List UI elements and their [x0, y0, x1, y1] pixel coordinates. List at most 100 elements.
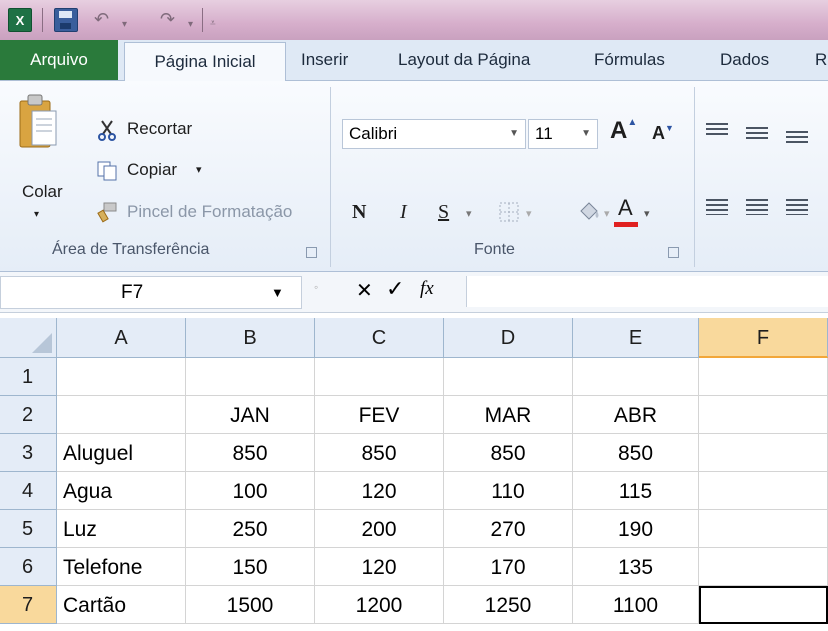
cell-d5[interactable]: 270 [444, 510, 573, 548]
underline-button[interactable]: S [438, 201, 449, 224]
cell-c4[interactable]: 120 [315, 472, 444, 510]
fill-color-dropdown-icon[interactable]: ▾ [604, 207, 610, 220]
chevron-down-icon[interactable]: ▼ [271, 277, 284, 308]
font-color-icon[interactable]: A [618, 195, 633, 221]
cell-b6[interactable]: 150 [186, 548, 315, 586]
cell-b7[interactable]: 1500 [186, 586, 315, 624]
align-right-icon[interactable] [786, 199, 808, 215]
tab-formulas[interactable]: Fórmulas [594, 40, 665, 80]
cell-e1[interactable] [573, 358, 699, 396]
cancel-icon[interactable]: ✕ [356, 278, 373, 303]
copy-icon[interactable] [96, 160, 118, 182]
align-left-icon[interactable] [706, 199, 728, 215]
column-header-e[interactable]: E [573, 318, 699, 358]
row-header[interactable]: 2 [0, 396, 57, 434]
redo-dropdown-icon[interactable]: ▾ [188, 14, 193, 36]
align-top-icon[interactable] [706, 123, 728, 135]
cell-d2[interactable]: MAR [444, 396, 573, 434]
cell-d4[interactable]: 110 [444, 472, 573, 510]
name-box[interactable]: F7 ▼ [0, 276, 302, 309]
save-icon[interactable] [54, 8, 78, 32]
row-header[interactable]: 6 [0, 548, 57, 586]
excel-icon[interactable]: X [8, 8, 32, 32]
cell-c5[interactable]: 200 [315, 510, 444, 548]
cell-c7[interactable]: 1200 [315, 586, 444, 624]
cell-a1[interactable] [57, 358, 186, 396]
cell-e6[interactable]: 135 [573, 548, 699, 586]
row-header[interactable]: 4 [0, 472, 57, 510]
cell-b4[interactable]: 100 [186, 472, 315, 510]
format-painter-button[interactable]: Pincel de Formatação [127, 202, 292, 222]
row-header[interactable]: 1 [0, 358, 57, 396]
font-name-combo[interactable]: Calibri ▼ [342, 119, 526, 149]
cell-f5[interactable] [699, 510, 828, 548]
tab-dados[interactable]: Dados [720, 40, 769, 80]
cell-e7[interactable]: 1100 [573, 586, 699, 624]
column-header-b[interactable]: B [186, 318, 315, 358]
shrink-font-icon[interactable]: A▼ [652, 123, 674, 144]
cell-a7[interactable]: Cartão [57, 586, 186, 624]
cell-b2[interactable]: JAN [186, 396, 315, 434]
cell-c6[interactable]: 120 [315, 548, 444, 586]
fill-color-icon[interactable] [576, 199, 602, 225]
underline-dropdown-icon[interactable]: ▾ [466, 207, 472, 220]
copy-button[interactable]: Copiar [127, 160, 177, 180]
customize-icon[interactable]: ⩡ [210, 13, 216, 35]
paste-label[interactable]: Colar [22, 182, 63, 202]
chevron-down-icon[interactable]: ▼ [581, 120, 591, 148]
cell-f1[interactable] [699, 358, 828, 396]
copy-dropdown-icon[interactable]: ▾ [196, 163, 202, 176]
cell-b1[interactable] [186, 358, 315, 396]
tab-pagina-inicial[interactable]: Página Inicial [124, 42, 286, 82]
cell-a6[interactable]: Telefone [57, 548, 186, 586]
align-middle-icon[interactable] [746, 127, 768, 139]
dialog-launcher-icon[interactable] [668, 247, 679, 258]
column-header-f[interactable]: F [699, 318, 828, 358]
tab-partial[interactable]: R [815, 40, 827, 80]
column-header-a[interactable]: A [57, 318, 186, 358]
redo-icon[interactable]: ↷ [160, 8, 175, 30]
borders-icon[interactable] [498, 201, 520, 223]
cell-e5[interactable]: 190 [573, 510, 699, 548]
chevron-down-icon[interactable]: ▼ [509, 120, 519, 148]
cell-a3[interactable]: Aluguel [57, 434, 186, 472]
cell-f6[interactable] [699, 548, 828, 586]
cell-f3[interactable] [699, 434, 828, 472]
cell-e3[interactable]: 850 [573, 434, 699, 472]
font-color-dropdown-icon[interactable]: ▾ [644, 207, 650, 220]
cell-a5[interactable]: Luz [57, 510, 186, 548]
borders-dropdown-icon[interactable]: ▾ [526, 207, 532, 220]
scissors-icon[interactable] [96, 119, 118, 141]
cell-a2[interactable] [57, 396, 186, 434]
bold-button[interactable]: N [352, 201, 366, 224]
row-header[interactable]: 3 [0, 434, 57, 472]
cell-e2[interactable]: ABR [573, 396, 699, 434]
cell-f2[interactable] [699, 396, 828, 434]
cell-c2[interactable]: FEV [315, 396, 444, 434]
cell-d6[interactable]: 170 [444, 548, 573, 586]
format-painter-icon[interactable] [96, 201, 118, 223]
undo-icon[interactable]: ↶ [94, 8, 109, 30]
cell-b5[interactable]: 250 [186, 510, 315, 548]
enter-icon[interactable]: ✓ [386, 276, 404, 302]
italic-button[interactable]: I [400, 201, 407, 224]
dialog-launcher-icon[interactable] [306, 247, 317, 258]
cell-c1[interactable] [315, 358, 444, 396]
paste-dropdown-icon[interactable]: ▾ [34, 209, 39, 220]
cut-button[interactable]: Recortar [127, 119, 192, 139]
row-header[interactable]: 5 [0, 510, 57, 548]
cell-d7[interactable]: 1250 [444, 586, 573, 624]
align-center-icon[interactable] [746, 199, 768, 215]
column-header-d[interactable]: D [444, 318, 573, 358]
tab-inserir[interactable]: Inserir [301, 40, 348, 80]
cell-e4[interactable]: 115 [573, 472, 699, 510]
insert-function-icon[interactable]: fx [420, 278, 434, 300]
column-header-c[interactable]: C [315, 318, 444, 358]
cell-f4[interactable] [699, 472, 828, 510]
align-bottom-icon[interactable] [786, 131, 808, 143]
cell-d3[interactable]: 850 [444, 434, 573, 472]
select-all-corner[interactable] [0, 318, 57, 358]
row-header[interactable]: 7 [0, 586, 57, 624]
tab-arquivo[interactable]: Arquivo [0, 40, 118, 80]
tab-layout-da-pagina[interactable]: Layout da Página [398, 40, 530, 80]
